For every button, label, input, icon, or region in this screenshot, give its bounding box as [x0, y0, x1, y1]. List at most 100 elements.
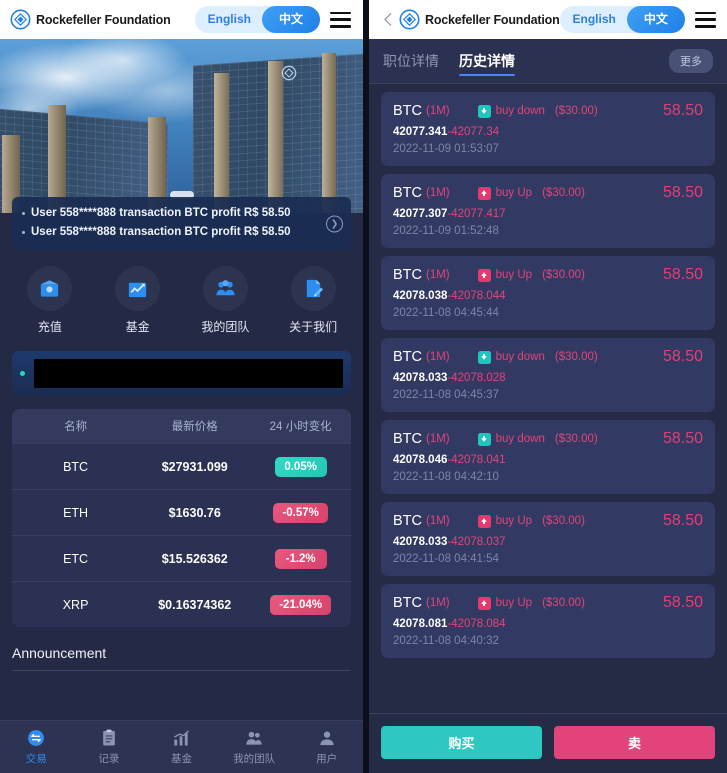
tx-symbol: BTC — [393, 103, 422, 119]
more-button[interactable]: 更多 — [669, 49, 713, 73]
arrow-up-icon — [477, 596, 491, 610]
tx-period: (1M) — [426, 597, 450, 609]
tx-amount: ($30.00) — [542, 269, 585, 281]
row-symbol: BTC — [63, 459, 89, 474]
tx-amount: ($30.00) — [554, 433, 598, 445]
transaction-card[interactable]: BTC (1M) buy down ($30.00) 58.50 42078.0… — [381, 420, 715, 494]
transaction-list[interactable]: BTC (1M) buy down ($30.00) 58.50 42077.3… — [369, 84, 727, 713]
language-option-english[interactable]: English — [560, 6, 627, 33]
quick-action-my-team[interactable]: 我的团队 — [189, 266, 261, 335]
sell-button[interactable]: 卖 — [554, 726, 715, 759]
tx-symbol: BTC — [393, 595, 422, 611]
profit-ticker[interactable]: User 558****888 transaction BTC profit R… — [12, 197, 351, 250]
nav-label: 用户 — [316, 753, 338, 765]
arrow-up-icon — [477, 514, 491, 528]
tx-symbol: BTC — [393, 513, 422, 529]
table-header-row: 名称 最新价格 24 小时变化 — [12, 409, 351, 443]
tx-amount: ($30.00) — [554, 351, 598, 363]
row-price: $27931.099 — [161, 459, 228, 474]
history-panel: Rockefeller Foundation English 中文 职位详情 历… — [363, 0, 727, 773]
tx-symbol: BTC — [393, 349, 422, 365]
ticker-text: User 558****888 transaction BTC profit R… — [31, 226, 291, 238]
quick-action-fund[interactable]: 基金 — [102, 266, 174, 335]
table-row[interactable]: ETH $1630.76 -0.57% — [12, 489, 351, 535]
hamburger-menu-icon[interactable] — [330, 11, 351, 28]
tx-timestamp: 2022-11-08 04:45:37 — [393, 389, 499, 401]
tx-amount: ($30.00) — [554, 105, 598, 117]
nav-item-records[interactable]: 记录 — [73, 728, 146, 766]
tx-symbol: BTC — [393, 431, 422, 447]
tx-amount: ($30.00) — [542, 515, 585, 527]
row-change-badge: -21.04% — [270, 594, 332, 615]
tab-history-details[interactable]: 历史详情 — [459, 39, 515, 83]
tx-open-price: 42077.341 — [393, 126, 448, 138]
tx-symbol: BTC — [393, 185, 422, 201]
tx-direction: buy Up — [495, 269, 533, 281]
tx-period: (1M) — [426, 269, 450, 281]
nav-item-fund[interactable]: 基金 — [145, 728, 218, 766]
quick-actions: 充值 基金 我的团队 关于我们 — [0, 250, 363, 343]
facade-pillar — [322, 53, 336, 213]
language-option-chinese[interactable]: 中文 — [626, 6, 685, 33]
quick-action-label: 关于我们 — [289, 320, 338, 334]
nav-item-user[interactable]: 用户 — [290, 728, 363, 766]
ticker-text: User 558****888 transaction BTC profit R… — [31, 207, 291, 219]
transaction-card[interactable]: BTC (1M) buy Up ($30.00) 58.50 42078.038… — [381, 256, 715, 330]
tx-timestamp: 2022-11-09 01:52:48 — [393, 225, 499, 237]
language-option-english[interactable]: English — [195, 6, 262, 33]
transaction-card[interactable]: BTC (1M) buy down ($30.00) 58.50 42078.0… — [381, 338, 715, 412]
app-stage: Rockefeller Foundation English 中文 User 5… — [0, 0, 727, 773]
hero-banner-image — [0, 39, 363, 213]
quick-action-recharge[interactable]: 充值 — [14, 266, 86, 335]
announcement-title: Announcement — [12, 645, 107, 661]
arrow-up-icon — [477, 268, 491, 282]
tx-open-price: 42078.046 — [393, 454, 448, 466]
row-price: $15.526362 — [161, 551, 228, 566]
tx-period: (1M) — [426, 351, 450, 363]
language-toggle[interactable]: English 中文 — [194, 6, 320, 33]
facade-pillar — [268, 61, 283, 213]
brand-name: Rockefeller Foundation — [425, 12, 560, 27]
tx-open-price: 42078.033 — [393, 372, 448, 384]
bar-chart-icon — [174, 730, 190, 746]
tx-direction: buy down — [495, 105, 545, 117]
brand: Rockefeller Foundation — [10, 9, 171, 30]
tx-profit: 58.50 — [662, 594, 703, 611]
tx-direction: buy Up — [495, 187, 533, 199]
chevron-right-circle-icon[interactable]: ❯ — [326, 215, 343, 232]
arrow-up-icon — [477, 186, 491, 200]
row-symbol: XRP — [62, 597, 89, 612]
language-toggle[interactable]: English 中文 — [559, 6, 685, 33]
transaction-card[interactable]: BTC (1M) buy Up ($30.00) 58.50 42077.307… — [381, 174, 715, 248]
tx-open-price: 42077.307 — [393, 208, 448, 220]
nav-item-trade[interactable]: 交易 — [0, 728, 73, 766]
transaction-card[interactable]: BTC (1M) buy down ($30.00) 58.50 42077.3… — [381, 92, 715, 166]
tx-close-price: 42078.044 — [451, 290, 506, 302]
back-chevron-icon[interactable] — [379, 11, 397, 29]
hamburger-menu-icon[interactable] — [694, 11, 716, 28]
notice-banner[interactable] — [12, 351, 351, 395]
tx-period: (1M) — [426, 187, 450, 199]
language-option-chinese[interactable]: 中文 — [261, 6, 320, 33]
buy-button[interactable]: 购买 — [381, 726, 542, 759]
table-row[interactable]: XRP $0.16374362 -21.04% — [12, 581, 351, 627]
table-row[interactable]: BTC $27931.099 0.05% — [12, 443, 351, 489]
row-symbol: ETH — [63, 505, 89, 520]
tx-direction: buy down — [495, 351, 545, 363]
tx-direction: buy Up — [495, 597, 533, 609]
quick-action-label: 基金 — [125, 320, 150, 334]
user-profile-icon — [320, 731, 334, 746]
quick-action-about-us[interactable]: 关于我们 — [277, 266, 349, 335]
brand-name: Rockefeller Foundation — [36, 12, 171, 27]
tx-period: (1M) — [426, 433, 450, 445]
transaction-card[interactable]: BTC (1M) buy Up ($30.00) 58.50 42078.081… — [381, 584, 715, 658]
nav-item-my-team[interactable]: 我的团队 — [218, 728, 291, 766]
tx-timestamp: 2022-11-08 04:45:44 — [393, 307, 499, 319]
tx-timestamp: 2022-11-08 04:40:32 — [393, 635, 499, 647]
transaction-card[interactable]: BTC (1M) buy Up ($30.00) 58.50 42078.033… — [381, 502, 715, 576]
tx-close-price: 42078.028 — [451, 372, 506, 384]
tx-profit: 58.50 — [662, 266, 703, 283]
table-row[interactable]: ETC $15.526362 -1.2% — [12, 535, 351, 581]
action-bar: 购买 卖 — [369, 713, 727, 773]
tab-position-details[interactable]: 职位详情 — [383, 39, 439, 83]
